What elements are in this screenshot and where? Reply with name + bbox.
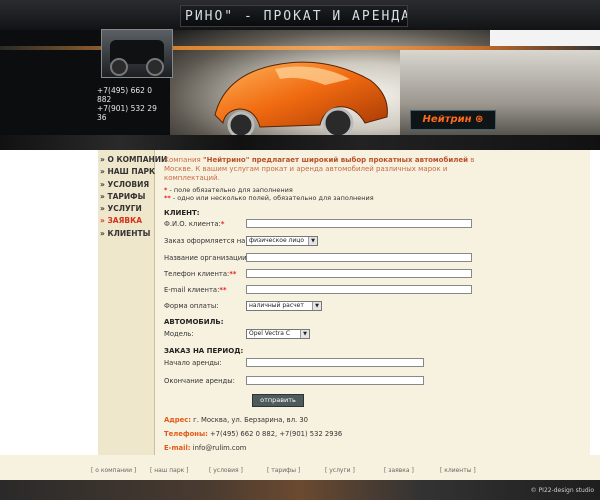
note-required-one-text: - поле обязательно для заполнения (167, 186, 293, 194)
rent-end-label: Окончание аренды: (164, 377, 235, 385)
required-star-double: ** (219, 286, 227, 294)
chevron-down-icon: ▼ (312, 302, 321, 310)
page: РИНО" - ПРОКАТ И АРЕНДА +7(495) 662 0 88… (0, 0, 600, 500)
header-phone-1: +7(495) 662 0 882 (97, 86, 153, 104)
submit-button[interactable]: отправить (252, 394, 304, 407)
section-period-title: ЗАКАЗ НА ПЕРИОД: (164, 347, 244, 355)
contact-address: Адрес: г. Москва, ул. Берзарина, вл. 30 (164, 416, 308, 424)
left-margin (0, 150, 98, 455)
phone-label: Телефон клиента:** (164, 270, 236, 278)
nav-item-about[interactable]: » О КОМПАНИИ (100, 154, 167, 166)
footer-link-request[interactable]: [ заявка ] (384, 467, 414, 474)
nav-item-tariffs[interactable]: » ТАРИФЫ (100, 191, 160, 203)
header-phone-2: +7(901) 532 29 36 (97, 104, 157, 122)
footer-link-services[interactable]: [ услуги ] (325, 467, 355, 474)
footer-credit: © PI22-design studio (530, 487, 594, 494)
truck-wheel-icon (110, 58, 128, 76)
footer-link-about[interactable]: [ о компании ] (91, 467, 136, 474)
note-required-one: * - поле обязательно для заполнения (164, 186, 293, 194)
email-label-text: E-mail клиента: (164, 286, 220, 294)
content-area: » О КОМПАНИИ » НАШ ПАРК » УСЛОВИЯ » ТАРИ… (0, 150, 600, 455)
payment-select[interactable]: наличный расчет ▼ (246, 301, 322, 311)
car-image (214, 61, 388, 139)
payment-label: Форма оплаты: (164, 302, 219, 310)
phone-field[interactable] (246, 269, 472, 278)
intro-text: Компания "Нейтрино" предлагает широкий в… (164, 156, 484, 183)
email-value[interactable]: info@rulim.com (191, 444, 247, 452)
nav-item-conditions[interactable]: » УСЛОВИЯ (100, 179, 160, 191)
email-field[interactable] (246, 285, 472, 294)
payment-value: наличный расчет (249, 302, 304, 309)
footer-links: [ о компании ] [ наш парк ] [ условия ] … (0, 455, 600, 480)
organization-label: Название организации: (164, 254, 249, 262)
nav-item-fleet[interactable]: » НАШ ПАРК (100, 166, 160, 178)
fio-label-text: Ф.И.О. клиента: (164, 220, 221, 228)
order-type-label: Заказ оформляется на: (164, 237, 248, 245)
model-select[interactable]: Opel Vectra C ▼ (246, 329, 310, 339)
footer-link-tariffs[interactable]: [ тарифы ] (267, 467, 300, 474)
truck-image (101, 29, 173, 78)
rent-start-label: Начало аренды: (164, 359, 222, 367)
phones-key: Телефоны: (164, 430, 208, 438)
note-required-many: ** - одно или несколько полей, обязатель… (164, 194, 374, 202)
order-type-value: физическое лицо (249, 237, 305, 244)
brand-logo-text: Нейтрин (422, 114, 472, 125)
header-phones: +7(495) 662 0 882 +7(901) 532 29 36 (97, 86, 167, 122)
intro-company: "Нейтрино" предлагает широкий выбор прок… (202, 156, 469, 164)
required-star: * (220, 220, 225, 228)
header-ticker: РИНО" - ПРОКАТ И АРЕНДА (180, 5, 408, 27)
note-required-many-text: - одно или несколько полей, обязательно … (170, 194, 374, 202)
model-label: Модель: (164, 330, 194, 338)
header-bottom-band (0, 135, 600, 150)
fio-label: Ф.И.О. клиента:* (164, 220, 224, 228)
model-value: Opel Vectra C (249, 330, 291, 337)
chevron-down-icon: ▼ (308, 237, 317, 245)
required-star-double: ** (229, 270, 237, 278)
section-client-title: КЛИЕНТ: (164, 209, 200, 217)
footer-link-conditions[interactable]: [ условия ] (209, 467, 243, 474)
intro-prefix: Компания (164, 156, 203, 164)
rent-start-field[interactable] (246, 358, 424, 367)
right-margin (590, 150, 600, 455)
phone-label-text: Телефон клиента: (164, 270, 230, 278)
footer-link-clients[interactable]: [ клиенты ] (440, 467, 476, 474)
footer-link-fleet[interactable]: [ наш парк ] (150, 467, 189, 474)
contact-email: E-mail: info@rulim.com (164, 444, 246, 452)
main-nav: » О КОМПАНИИ » НАШ ПАРК » УСЛОВИЯ » ТАРИ… (100, 154, 167, 240)
footer-bar: © PI22-design studio (0, 480, 600, 500)
organization-field[interactable] (246, 253, 472, 262)
nav-item-services[interactable]: » УСЛУГИ (100, 203, 160, 215)
phones-value: +7(495) 662 0 882, +7(901) 532 2936 (207, 430, 343, 438)
fio-field[interactable] (246, 219, 472, 228)
email-label: E-mail клиента:** (164, 286, 227, 294)
nav-item-request[interactable]: » ЗАЯВКА (100, 215, 160, 227)
rent-end-field[interactable] (246, 376, 424, 385)
chevron-down-icon: ▼ (300, 330, 309, 338)
section-car-title: АВТОМОБИЛЬ: (164, 318, 224, 326)
nav-item-clients[interactable]: » КЛИЕНТЫ (100, 228, 160, 240)
address-key: Адрес: (164, 416, 191, 424)
address-value: г. Москва, ул. Берзарина, вл. 30 (190, 416, 309, 424)
email-key: E-mail: (164, 444, 191, 452)
contact-phones: Телефоны: +7(495) 662 0 882, +7(901) 532… (164, 430, 342, 438)
required-star-double: ** (164, 194, 171, 202)
brand-logo: Нейтрин ⊛ (410, 110, 496, 130)
truck-wheel-icon (146, 58, 164, 76)
header: РИНО" - ПРОКАТ И АРЕНДА +7(495) 662 0 88… (0, 0, 600, 150)
order-type-select[interactable]: физическое лицо ▼ (246, 236, 318, 246)
